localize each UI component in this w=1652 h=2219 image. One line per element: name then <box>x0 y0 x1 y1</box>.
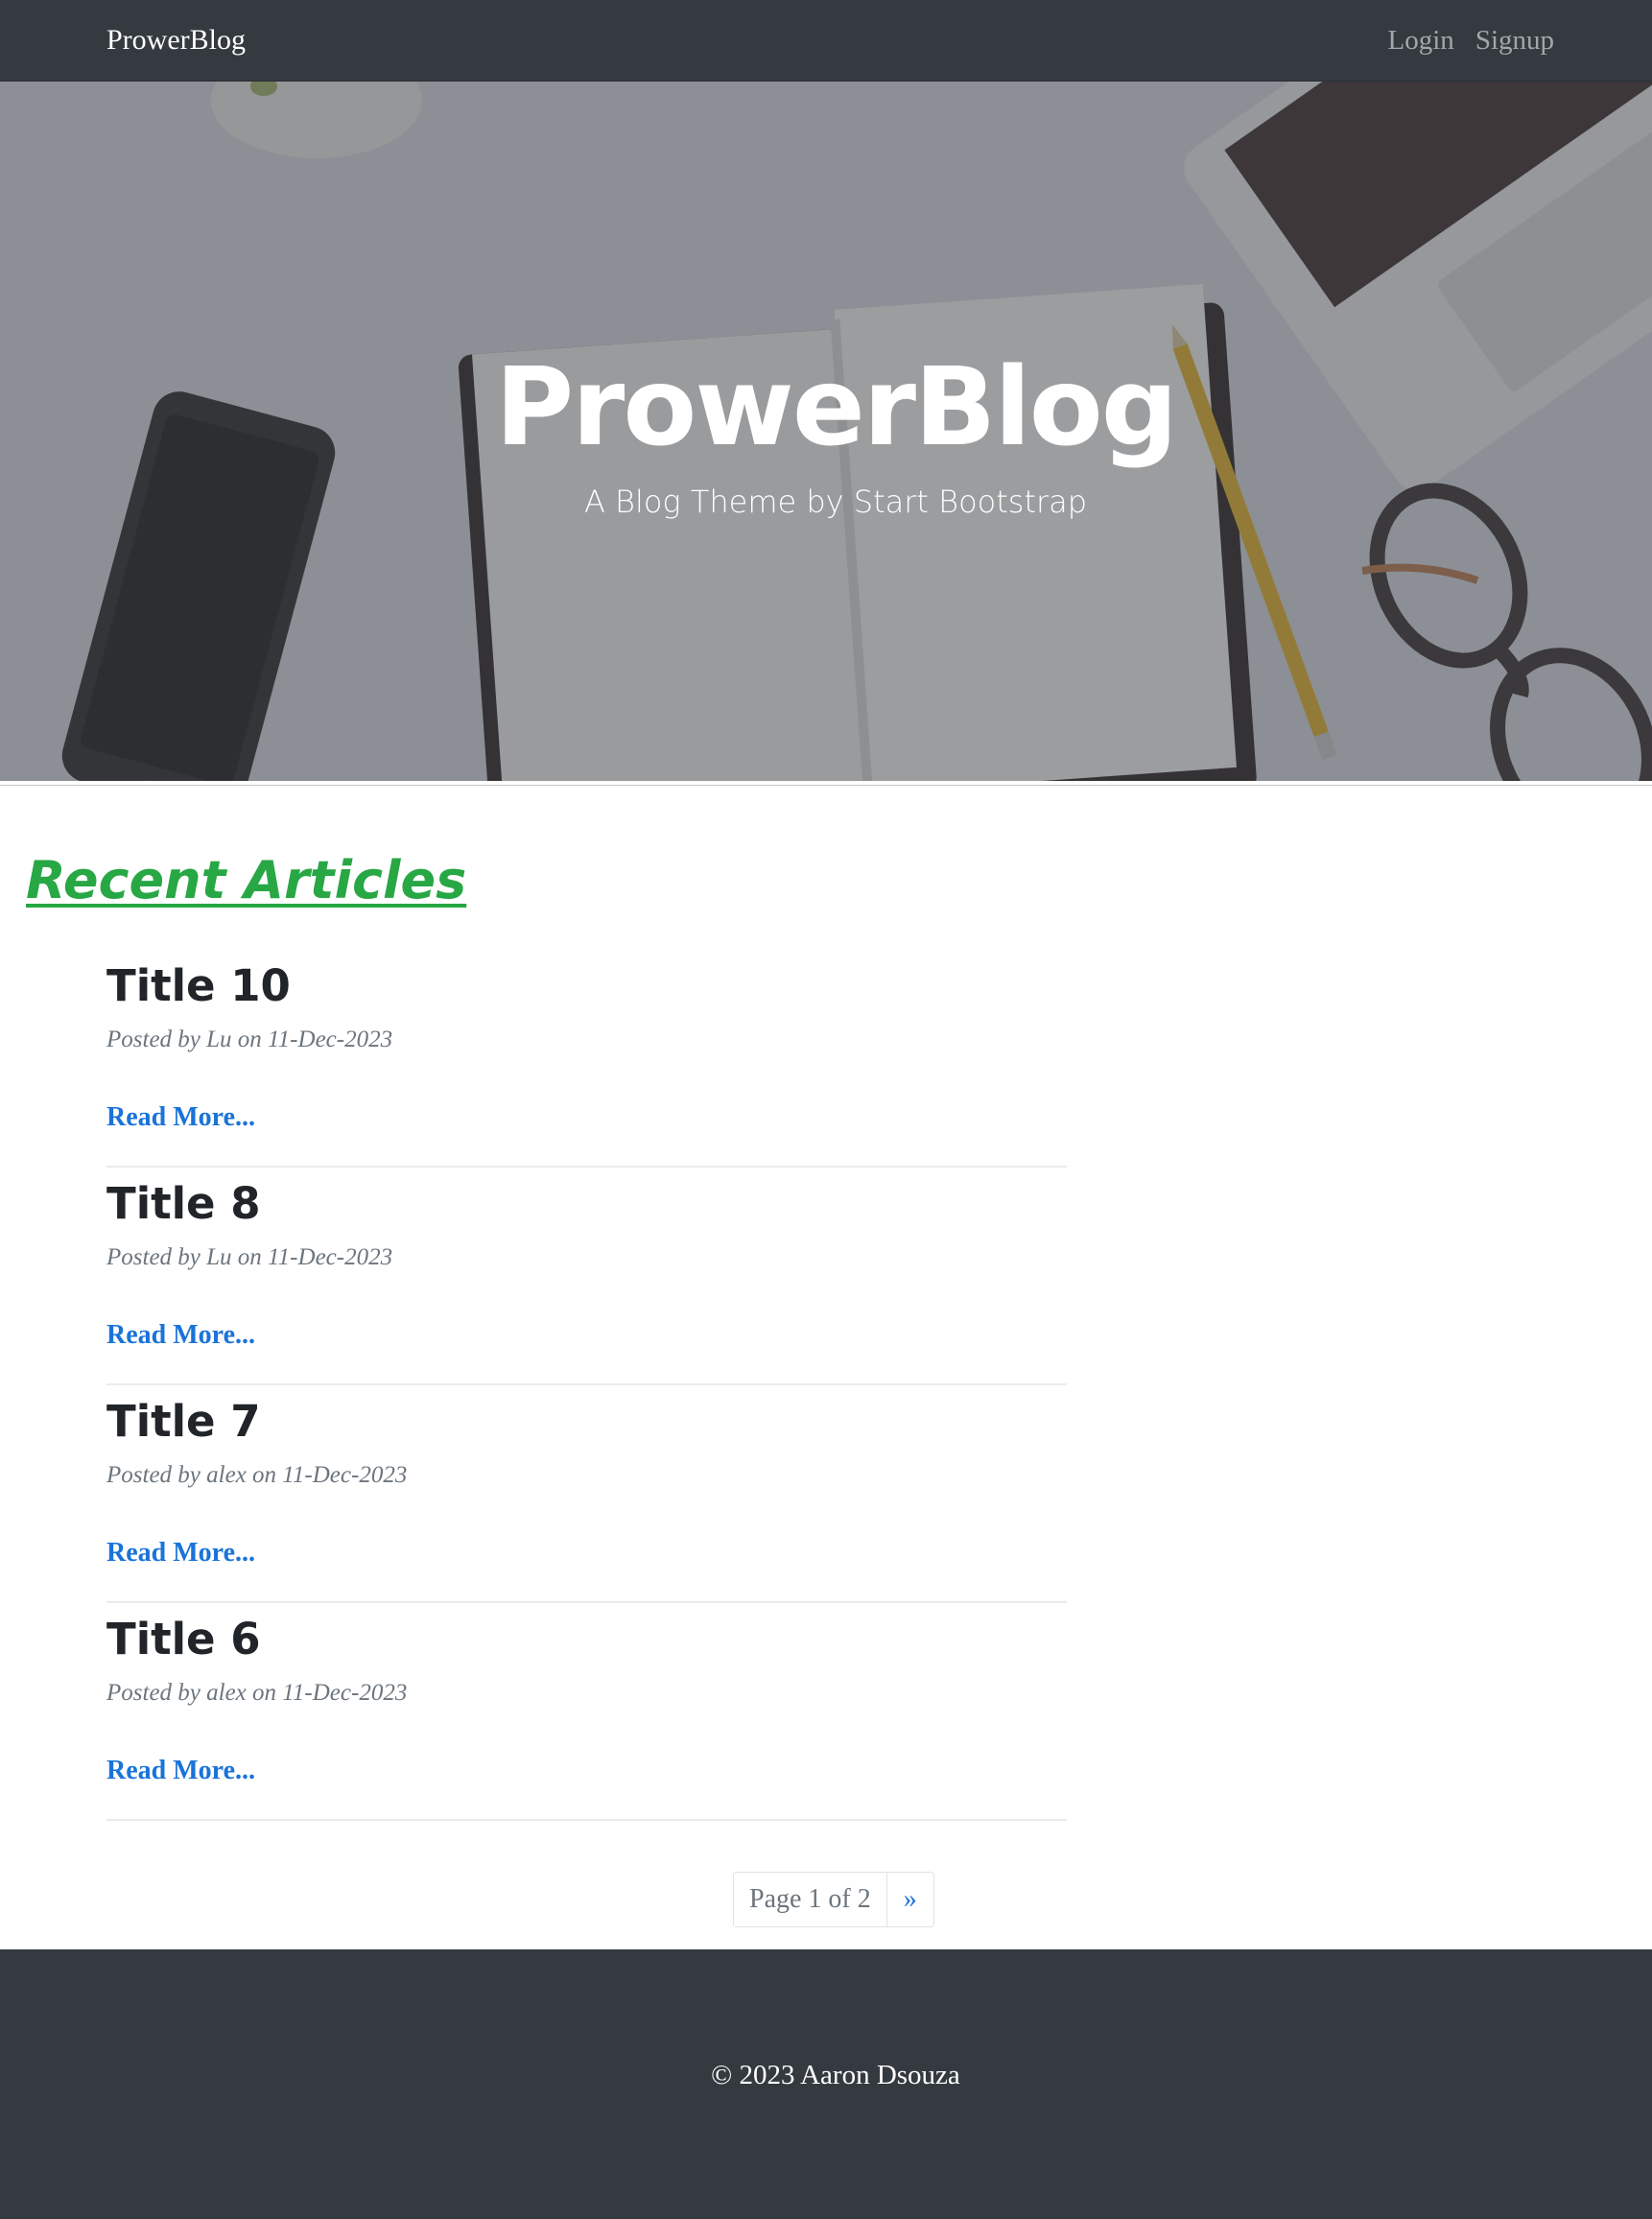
post-title[interactable]: Title 7 <box>106 1395 261 1449</box>
post-preview: Title 8 Posted by Lu on 11-Dec-2023 Read… <box>106 1168 1067 1385</box>
hero-banner: ProwerBlog A Blog Theme by Start Bootstr… <box>0 82 1652 781</box>
post-meta: Posted by Lu on 11-Dec-2023 <box>106 1244 393 1270</box>
signup-link[interactable]: Signup <box>1475 21 1554 59</box>
hero-title: ProwerBlog <box>495 345 1178 470</box>
nav-links: Login Signup <box>1388 21 1554 59</box>
login-link[interactable]: Login <box>1388 21 1454 59</box>
post-meta: Posted by Lu on 11-Dec-2023 <box>106 1027 393 1052</box>
read-more-link[interactable]: Read More... <box>106 1099 255 1136</box>
top-navbar: ProwerBlog Login Signup <box>0 0 1652 82</box>
post-preview: Title 6 Posted by alex on 11-Dec-2023 Re… <box>106 1603 1067 1821</box>
read-more-link[interactable]: Read More... <box>106 1535 255 1571</box>
hero-divider <box>0 781 1652 786</box>
next-page-button[interactable]: » <box>886 1873 933 1926</box>
navbar-brand[interactable]: ProwerBlog <box>106 21 246 59</box>
post-title[interactable]: Title 6 <box>106 1613 261 1666</box>
post-preview: Title 7 Posted by alex on 11-Dec-2023 Re… <box>106 1385 1067 1603</box>
post-meta: Posted by alex on 11-Dec-2023 <box>106 1680 408 1706</box>
post-title[interactable]: Title 10 <box>106 959 291 1013</box>
post-meta: Posted by alex on 11-Dec-2023 <box>106 1462 408 1488</box>
read-more-link[interactable]: Read More... <box>106 1753 255 1789</box>
pagination: Page 1 of 2 » <box>733 1872 934 1927</box>
post-title[interactable]: Title 8 <box>106 1177 261 1231</box>
page-status: Page 1 of 2 <box>734 1873 887 1926</box>
footer-copyright: © 2023 Aaron Dsouza <box>711 2060 960 2090</box>
post-preview: Title 10 Posted by Lu on 11-Dec-2023 Rea… <box>106 950 1067 1168</box>
recent-articles-heading: Recent Articles <box>26 850 467 910</box>
read-more-link[interactable]: Read More... <box>106 1317 255 1354</box>
post-list: Title 10 Posted by Lu on 11-Dec-2023 Rea… <box>106 950 1067 1821</box>
page-footer: © 2023 Aaron Dsouza <box>0 1949 1652 2219</box>
hero-subtitle: A Blog Theme by Start Bootstrap <box>583 484 1088 520</box>
